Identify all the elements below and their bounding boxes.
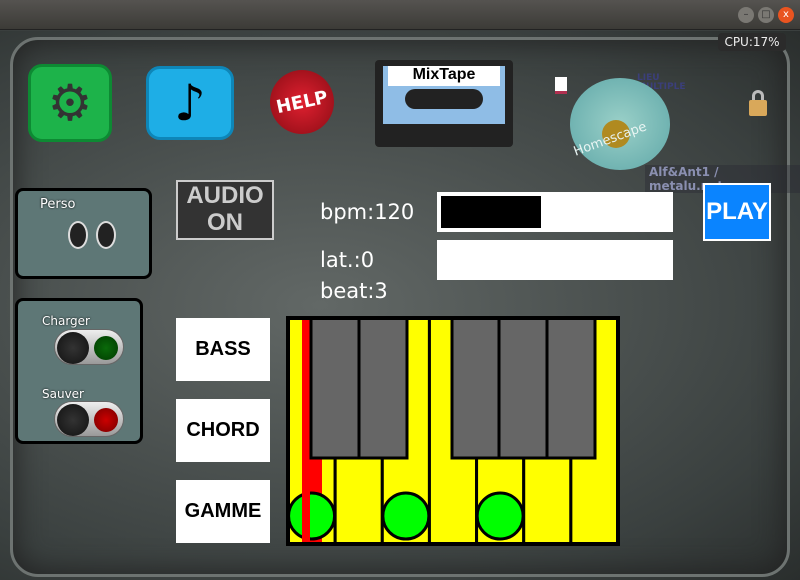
load-toggle[interactable]	[54, 329, 124, 365]
chord-mode-button[interactable]: CHORD	[176, 399, 270, 462]
music-button[interactable]: ♪	[146, 66, 234, 140]
save-label: Sauver	[42, 387, 84, 401]
maximize-button[interactable]: □	[758, 7, 774, 23]
black-key[interactable]	[450, 316, 502, 460]
mixtape-button[interactable]: MixTape	[375, 60, 513, 147]
cassette-icon	[405, 89, 483, 109]
title-bar: – □ x	[0, 0, 800, 30]
black-key[interactable]	[357, 316, 409, 460]
note-marker	[475, 491, 525, 541]
bass-mode-button[interactable]: BASS	[176, 318, 270, 381]
close-button[interactable]: x	[778, 7, 794, 23]
latency-label: lat.:0	[320, 248, 375, 272]
play-button[interactable]: PLAY	[703, 183, 771, 241]
homescape-logo[interactable]: Homescape	[570, 78, 670, 170]
black-key[interactable]	[497, 316, 549, 460]
settings-button[interactable]: ⚙	[28, 64, 112, 142]
gear-wrench-icon: ⚙	[47, 74, 93, 132]
latency-slider[interactable]	[437, 240, 673, 280]
black-key[interactable]	[545, 316, 597, 460]
cpu-indicator: CPU:17%	[718, 33, 786, 51]
audio-line2: ON	[207, 209, 243, 236]
file-panel: Charger Sauver	[15, 298, 143, 444]
save-toggle[interactable]	[54, 401, 124, 437]
piano-keyboard[interactable]	[286, 316, 620, 546]
playhead-cursor-top	[302, 318, 310, 542]
bpm-slider[interactable]	[437, 192, 673, 232]
note-marker	[287, 491, 337, 541]
gamme-mode-button[interactable]: GAMME	[176, 480, 270, 543]
load-label: Charger	[42, 314, 90, 328]
perso-logo	[68, 221, 128, 269]
bpm-label: bpm:120	[320, 200, 415, 224]
black-key[interactable]	[309, 316, 361, 460]
minimize-button[interactable]: –	[738, 7, 754, 23]
perso-label: Perso	[40, 197, 76, 212]
perso-panel[interactable]: Perso	[15, 188, 152, 279]
bpm-slider-fill	[441, 196, 542, 228]
audio-toggle-button[interactable]: AUDIO ON	[176, 180, 274, 240]
mixtape-label: MixTape	[388, 66, 500, 86]
note-marker	[381, 491, 431, 541]
lock-icon[interactable]	[749, 90, 767, 116]
audio-line1: AUDIO	[186, 182, 264, 209]
beat-label: beat:3	[320, 279, 388, 303]
small-logo	[555, 77, 567, 94]
music-note-icon: ♪	[174, 74, 206, 132]
